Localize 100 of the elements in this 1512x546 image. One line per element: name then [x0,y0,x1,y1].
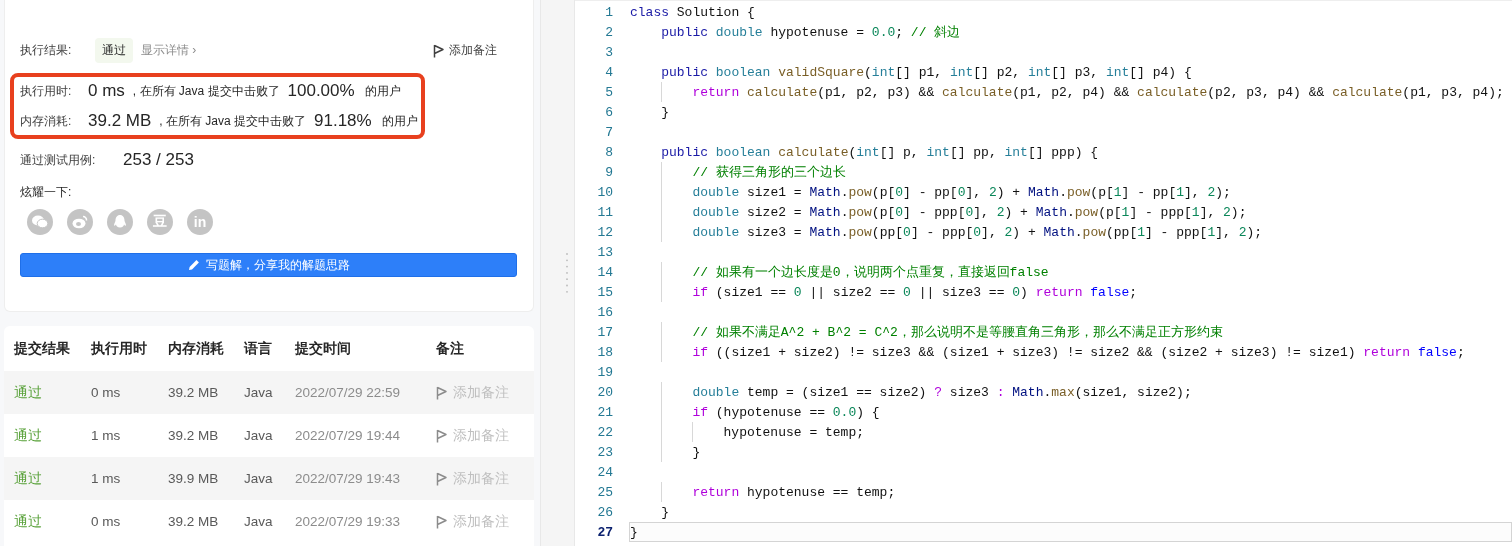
line-number: 15 [596,284,613,300]
line-number: 4 [604,64,613,80]
column-header: 语言 [244,339,273,358]
line-number: 21 [596,404,613,420]
code-line: if (hypotenuse == 0.0) { [692,404,880,420]
code-line: } [630,524,638,540]
line-number: 16 [596,304,613,320]
table-cell-text: Java [244,514,274,529]
stat-suffix: 的用户 [381,112,418,130]
code-line: hypotenuse = temp; [723,424,864,440]
code-line: double size2 = Math.pow(p[0] - ppp[0], 2) + Math.pow(p[1] - ppp[1], 2); [692,204,1247,220]
line-number: 1 [604,4,613,20]
stat-value: 0 ms [88,81,125,101]
share-button[interactable]: 豆 [147,209,173,235]
flag-icon [436,471,447,486]
table-cell-text: 2022/07/29 19:33 [295,514,402,529]
line-number: 25 [596,484,613,500]
stat-label: 内存消耗: [20,112,73,130]
stat-value: 39.2 MB [88,111,152,131]
flag-icon [436,385,447,400]
column-header: 备注 [436,339,465,358]
code-line: // 获得三角形的三个边长 [692,164,846,181]
code-line: if ((size1 + size2) != size3 && (size1 + size3) != size2 && (size2 + size3) != size1) return false; [692,344,1465,360]
table-cell-text: 39.9 MB [168,471,220,486]
tests-value: 253 / 253 [123,150,194,170]
column-header: 提交时间 [295,339,352,358]
line-number: 7 [604,124,613,140]
line-number: 26 [596,504,613,520]
flag-icon [433,43,444,58]
line-number: 20 [596,384,613,400]
penguin-icon[interactable] [107,209,133,235]
code-line: } [692,444,701,460]
table-cell-text: 2022/07/29 19:44 [295,428,402,443]
table-cell-text: 39.2 MB [168,514,220,529]
line-number: 5 [604,84,613,100]
line-number: 12 [596,224,613,240]
stat-suffix: 的用户 [364,82,401,100]
table-cell-text: Java [244,385,274,400]
line-number: 22 [596,424,613,440]
pencil-icon [187,259,200,271]
column-header: 执行用时 [91,339,148,358]
status-link[interactable]: 通过 [14,383,91,402]
line-number: 11 [596,204,613,220]
table-cell-text: 39.2 MB [168,428,220,443]
line-number: 8 [604,144,613,160]
flag-icon [436,428,447,443]
add-note-button[interactable]: 添加备注 [436,426,509,445]
code-line: double temp = (size1 == size2) ? size3 : Math.max(size1, size2); [692,384,1192,400]
stat-text: , 在所有 Java 提交中击败了 [132,82,280,100]
add-note-button[interactable]: 添加备注 [433,42,497,59]
code-line: public boolean validSquare(int[] p1, int[] p2, int[] p3, int[] p4) { [661,64,1192,80]
column-header: 内存消耗 [168,339,225,358]
result-label: 执行结果: [20,42,73,59]
line-number: 14 [596,264,613,280]
line-number: 13 [596,244,613,260]
write-solution-button[interactable]: 写题解，分享我的解题思路 [20,253,517,277]
share-button[interactable]: in [187,209,213,235]
code-line: // 如果有一个边长度是0，说明两个点重复，直接返回false [692,264,1049,281]
code-line: double size1 = Math.pow(p[0] - pp[0], 2) + Math.pow(p[1] - pp[1], 2); [692,184,1231,200]
stat-text: , 在所有 Java 提交中击败了 [159,112,306,130]
table-cell-text: 2022/07/29 22:59 [295,385,402,400]
details-link[interactable]: 显示详情 › [141,42,197,59]
line-number: 27 [596,524,613,540]
table-cell-text: 1 ms [91,428,122,443]
line-number: 18 [596,344,613,360]
status-link[interactable]: 通过 [14,469,91,488]
line-number: 9 [604,164,613,180]
eye-logo-icon[interactable] [67,209,93,235]
code-line: public boolean calculate(int[] p, int[] pp, int[] ppp) { [661,144,1099,160]
stat-percent: 100.00% [287,81,355,101]
stat-label: 执行用时: [20,82,73,100]
code-line: double size3 = Math.pow(pp[0] - ppp[0], 2) + Math.pow(pp[1] - ppp[1], 2); [692,224,1263,240]
table-cell-text: 0 ms [91,385,122,400]
table-cell-text: Java [244,428,274,443]
status-badge: 通过 [95,38,133,63]
code-line: class Solution { [630,4,755,20]
code-line: return calculate(p1, p2, p3) && calculate(p1, p2, p4) && calculate(p2, p3, p4) && calculate(p1, p3, p4); [692,84,1504,100]
table-cell-text: 2022/07/29 19:43 [295,471,402,486]
status-link[interactable]: 通过 [14,512,91,531]
share-label: 炫耀一下: [20,184,73,201]
add-note-button[interactable]: 添加备注 [436,512,509,531]
line-number: 2 [604,24,613,40]
code-line: // 如果不满足A^2 + B^2 = C^2，那么说明不是等腰直角三角形，那么不满足正方形约束 [692,324,1223,341]
tests-label: 通过测试用例: [20,151,97,169]
line-number: 3 [604,44,613,60]
column-header: 提交结果 [14,339,71,358]
line-number: 19 [596,364,613,380]
table-cell-text: 1 ms [91,471,122,486]
code-line: } [661,504,669,520]
stat-percent: 91.18% [314,111,372,131]
line-number: 23 [596,444,613,460]
code-line: if (size1 == 0 || size2 == 0 || size3 == 0) return false; [692,284,1138,300]
line-number: 6 [604,104,613,120]
code-line: return hypotenuse == temp; [692,484,896,500]
flag-icon [436,514,447,529]
chat-bubbles-icon[interactable] [27,209,53,235]
line-number: 17 [596,324,613,340]
status-link[interactable]: 通过 [14,426,91,445]
line-number: 24 [596,464,613,480]
line-number: 10 [596,184,613,200]
